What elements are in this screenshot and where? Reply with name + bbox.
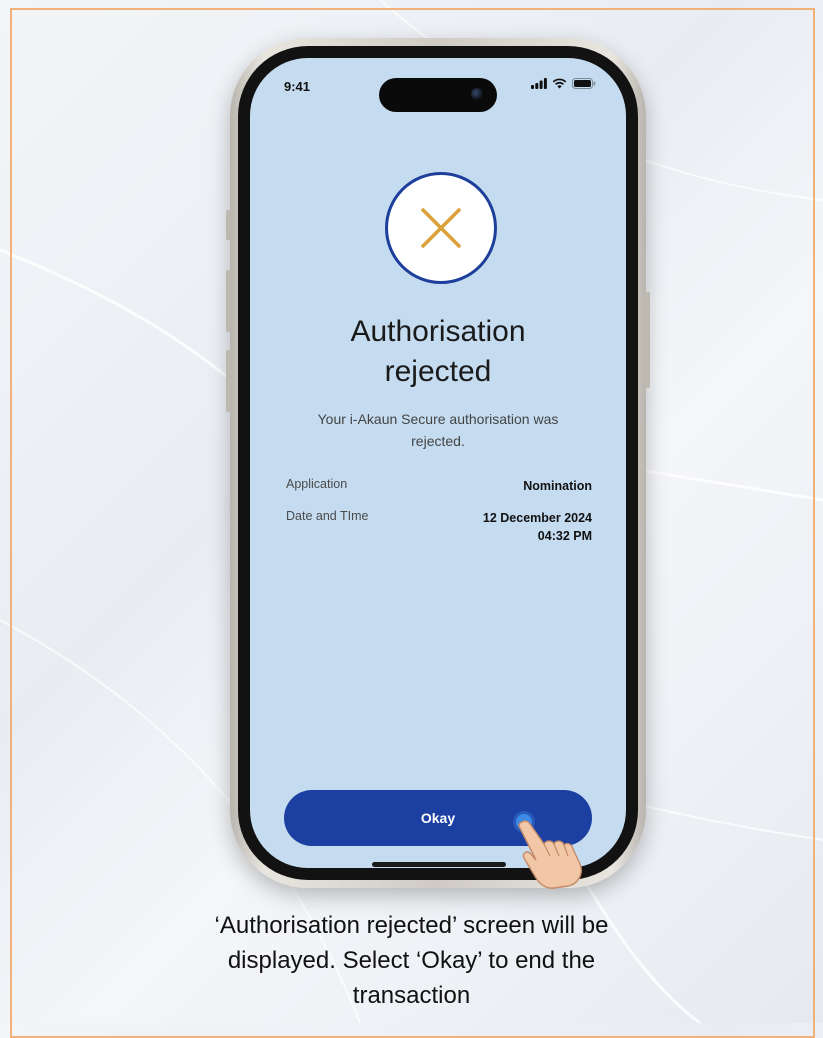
power-button <box>645 292 650 388</box>
battery-icon <box>572 78 596 89</box>
detail-value-line-1: Nomination <box>523 479 592 493</box>
caption-line-1: ‘Authorisation rejected’ screen will be <box>214 912 609 939</box>
detail-value: Nomination <box>523 477 592 495</box>
status-time: 9:41 <box>284 79 311 94</box>
volume-down-button <box>226 350 231 412</box>
cellular-signal-icon <box>531 78 547 89</box>
camera-icon <box>471 88 483 100</box>
detail-value-line-1: 12 December 2024 <box>482 511 592 525</box>
phone-bezel: 9:41 Authorisation rejected Your i-Akaun… <box>238 46 638 880</box>
caption-line-3: transaction <box>352 982 471 1009</box>
wifi-icon <box>552 78 567 89</box>
dynamic-island <box>379 78 497 112</box>
page-title: Authorisation rejected <box>250 312 626 392</box>
volume-up-button <box>226 270 231 332</box>
app-screen: 9:41 Authorisation rejected Your i-Akaun… <box>250 58 626 868</box>
title-line-2: rejected <box>384 355 492 388</box>
rejected-status-badge <box>385 172 497 284</box>
pointing-hand-icon <box>518 820 582 889</box>
message-line-2: rejected. <box>411 433 465 449</box>
result-message: Your i-Akaun Secure authorisation was re… <box>290 408 586 452</box>
title-line-1: Authorisation <box>350 315 526 348</box>
silent-switch <box>226 210 231 240</box>
message-line-1: Your i-Akaun Secure authorisation was <box>317 411 559 427</box>
home-indicator[interactable] <box>372 862 506 867</box>
instruction-caption: ‘Authorisation rejected’ screen will be … <box>100 908 723 1013</box>
phone-mockup: 9:41 Authorisation rejected Your i-Akaun… <box>226 38 650 888</box>
caption-line-2: displayed. Select ‘Okay’ to end the <box>227 947 596 974</box>
detail-label: Date and TIme <box>286 509 369 523</box>
status-icons <box>531 78 596 89</box>
detail-value: 12 December 2024 04:32 PM <box>483 509 592 545</box>
detail-label: Application <box>286 477 348 491</box>
detail-value-line-2: 04:32 PM <box>537 529 592 543</box>
x-icon <box>421 208 461 248</box>
